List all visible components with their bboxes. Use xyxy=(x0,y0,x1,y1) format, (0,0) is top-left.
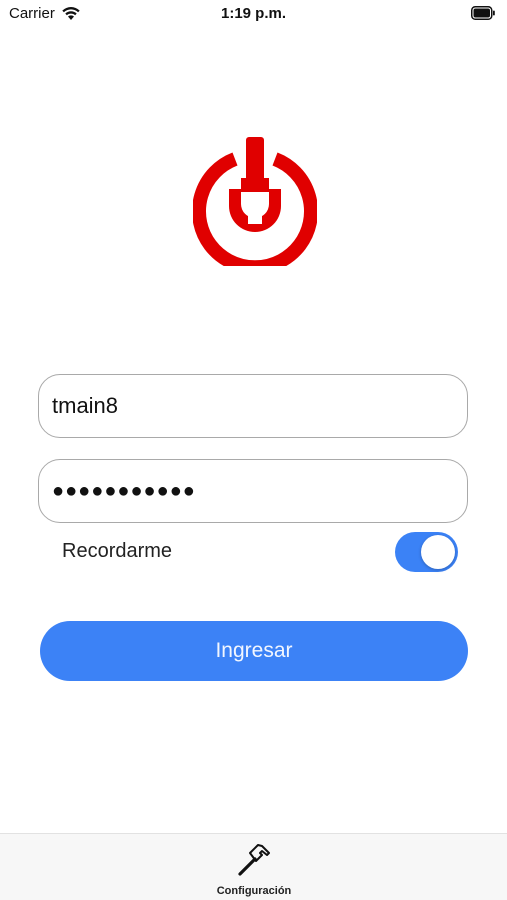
username-field[interactable] xyxy=(38,374,468,438)
tab-configuracion-label: Configuración xyxy=(216,885,292,897)
toggle-knob xyxy=(421,535,455,569)
clock: 1:19 p.m. xyxy=(220,5,287,22)
status-bar: Carrier 1:19 p.m. xyxy=(0,0,507,30)
login-button[interactable]: Ingresar xyxy=(40,621,468,681)
tab-bar: Configuración xyxy=(0,833,507,900)
tab-configuracion[interactable]: Configuración xyxy=(203,840,305,898)
power-wrench-icon xyxy=(193,137,317,266)
password-field[interactable] xyxy=(38,459,468,523)
remember-me-label: Recordarme xyxy=(62,540,173,562)
remember-me-toggle[interactable] xyxy=(395,532,458,572)
battery-icon xyxy=(471,6,495,20)
hammer-icon xyxy=(238,844,270,876)
